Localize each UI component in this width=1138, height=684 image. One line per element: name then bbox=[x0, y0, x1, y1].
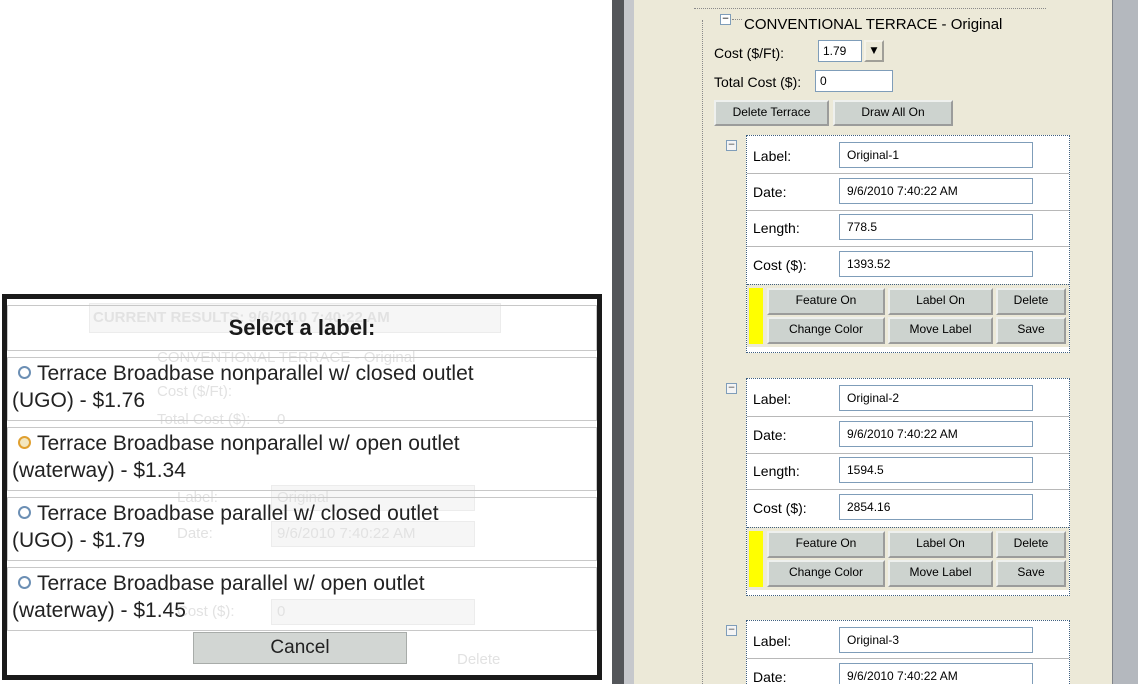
save-button[interactable]: Save bbox=[996, 560, 1066, 587]
label-option-3[interactable]: Terrace Broadbase parallel w/ closed out… bbox=[7, 497, 597, 561]
option-text-line1: Terrace Broadbase nonparallel w/ open ou… bbox=[37, 432, 460, 455]
panel-left-border bbox=[612, 0, 624, 684]
cost-input[interactable]: 1393.52 bbox=[839, 251, 1033, 277]
label-field-label: Label: bbox=[753, 633, 792, 649]
radio-icon[interactable] bbox=[18, 436, 31, 449]
tree-line bbox=[702, 20, 703, 684]
row-divider bbox=[747, 658, 1069, 659]
collapse-feature-1-icon[interactable]: − bbox=[726, 140, 737, 151]
row-divider bbox=[747, 453, 1069, 454]
date-input[interactable]: 9/6/2010 7:40:22 AM bbox=[839, 178, 1033, 204]
row-divider bbox=[747, 246, 1069, 247]
option-text-line2: (waterway) - $1.34 bbox=[12, 459, 186, 482]
color-swatch bbox=[749, 531, 763, 587]
feature-button-bar: Feature On Label On Delete Change Color … bbox=[747, 527, 1069, 590]
date-input[interactable]: 9/6/2010 7:40:22 AM bbox=[839, 663, 1033, 684]
option-text-line1: Terrace Broadbase nonparallel w/ closed … bbox=[37, 362, 474, 385]
panel-left-bevel bbox=[624, 0, 634, 684]
option-text-line1: Terrace Broadbase parallel w/ open outle… bbox=[37, 572, 425, 595]
radio-icon[interactable] bbox=[18, 366, 31, 379]
delete-button[interactable]: Delete bbox=[996, 288, 1066, 315]
cost-input[interactable]: 2854.16 bbox=[839, 494, 1033, 520]
background-delete-button: Delete bbox=[457, 651, 501, 668]
radio-icon[interactable] bbox=[18, 576, 31, 589]
row-divider bbox=[747, 210, 1069, 211]
cost-field-label: Cost ($): bbox=[753, 500, 807, 516]
divider bbox=[694, 8, 1046, 9]
row-divider bbox=[747, 173, 1069, 174]
date-field-label: Date: bbox=[753, 669, 787, 684]
length-field-label: Length: bbox=[753, 463, 800, 479]
date-input[interactable]: 9/6/2010 7:40:22 AM bbox=[839, 421, 1033, 447]
label-option-2[interactable]: Terrace Broadbase nonparallel w/ open ou… bbox=[7, 427, 597, 491]
panel-content: − CONVENTIONAL TERRACE - Original Cost (… bbox=[634, 0, 1112, 684]
length-input[interactable]: 1594.5 bbox=[839, 457, 1033, 483]
label-field-label: Label: bbox=[753, 391, 792, 407]
dropdown-arrow-icon[interactable]: ▼ bbox=[864, 40, 884, 62]
label-input[interactable]: Original-1 bbox=[839, 142, 1033, 168]
color-swatch bbox=[749, 288, 763, 344]
option-text-line2: (UGO) - $1.79 bbox=[12, 529, 146, 552]
feature-card-2: Label: Original-2 Date: 9/6/2010 7:40:22… bbox=[746, 378, 1070, 596]
label-input[interactable]: Original-2 bbox=[839, 385, 1033, 411]
cost-per-ft-label: Cost ($/Ft): bbox=[714, 45, 785, 61]
feature-card-1: Label: Original-1 Date: 9/6/2010 7:40:22… bbox=[746, 135, 1070, 353]
terrace-title: CONVENTIONAL TERRACE - Original bbox=[744, 16, 1003, 33]
label-on-button[interactable]: Label On bbox=[888, 288, 993, 315]
feature-card-3: Label: Original-3 Date: 9/6/2010 7:40:22… bbox=[746, 620, 1070, 684]
row-divider bbox=[747, 489, 1069, 490]
collapse-feature-3-icon[interactable]: − bbox=[726, 625, 737, 636]
option-text-line1: Terrace Broadbase parallel w/ closed out… bbox=[37, 502, 439, 525]
option-text-line2: (waterway) - $1.45 bbox=[12, 599, 186, 622]
cancel-button[interactable]: Cancel bbox=[193, 632, 407, 664]
label-input[interactable]: Original-3 bbox=[839, 627, 1033, 653]
terrace-panel: − CONVENTIONAL TERRACE - Original Cost (… bbox=[612, 0, 1138, 684]
cost-field-label: Cost ($): bbox=[753, 257, 807, 273]
delete-button[interactable]: Delete bbox=[996, 531, 1066, 558]
date-field-label: Date: bbox=[753, 184, 787, 200]
label-option-1[interactable]: Terrace Broadbase nonparallel w/ closed … bbox=[7, 357, 597, 421]
collapse-feature-2-icon[interactable]: − bbox=[726, 383, 737, 394]
change-color-button[interactable]: Change Color bbox=[767, 560, 885, 587]
length-field-label: Length: bbox=[753, 220, 800, 236]
panel-right-border bbox=[1112, 0, 1138, 684]
label-on-button[interactable]: Label On bbox=[888, 531, 993, 558]
label-select-dialog: CURRENT RESULTS: 9/6/2010 7:40:22 AM CON… bbox=[2, 294, 602, 680]
move-label-button[interactable]: Move Label bbox=[888, 317, 993, 344]
save-button[interactable]: Save bbox=[996, 317, 1066, 344]
change-color-button[interactable]: Change Color bbox=[767, 317, 885, 344]
radio-icon[interactable] bbox=[18, 506, 31, 519]
date-field-label: Date: bbox=[753, 427, 787, 443]
feature-on-button[interactable]: Feature On bbox=[767, 288, 885, 315]
cost-per-ft-select[interactable]: 1.79 bbox=[818, 40, 862, 62]
length-input[interactable]: 778.5 bbox=[839, 214, 1033, 240]
collapse-icon[interactable]: − bbox=[720, 14, 731, 25]
tree-connector bbox=[732, 19, 742, 20]
draw-all-on-button[interactable]: Draw All On bbox=[833, 100, 953, 126]
delete-terrace-button[interactable]: Delete Terrace bbox=[714, 100, 829, 126]
move-label-button[interactable]: Move Label bbox=[888, 560, 993, 587]
total-cost-input[interactable]: 0 bbox=[815, 70, 893, 92]
feature-button-bar: Feature On Label On Delete Change Color … bbox=[747, 284, 1069, 347]
option-text-line2: (UGO) - $1.76 bbox=[12, 389, 146, 412]
row-divider bbox=[747, 416, 1069, 417]
dialog-title: Select a label: bbox=[7, 305, 597, 351]
label-field-label: Label: bbox=[753, 148, 792, 164]
total-cost-label: Total Cost ($): bbox=[714, 74, 802, 90]
feature-on-button[interactable]: Feature On bbox=[767, 531, 885, 558]
label-option-4[interactable]: Terrace Broadbase parallel w/ open outle… bbox=[7, 567, 597, 631]
